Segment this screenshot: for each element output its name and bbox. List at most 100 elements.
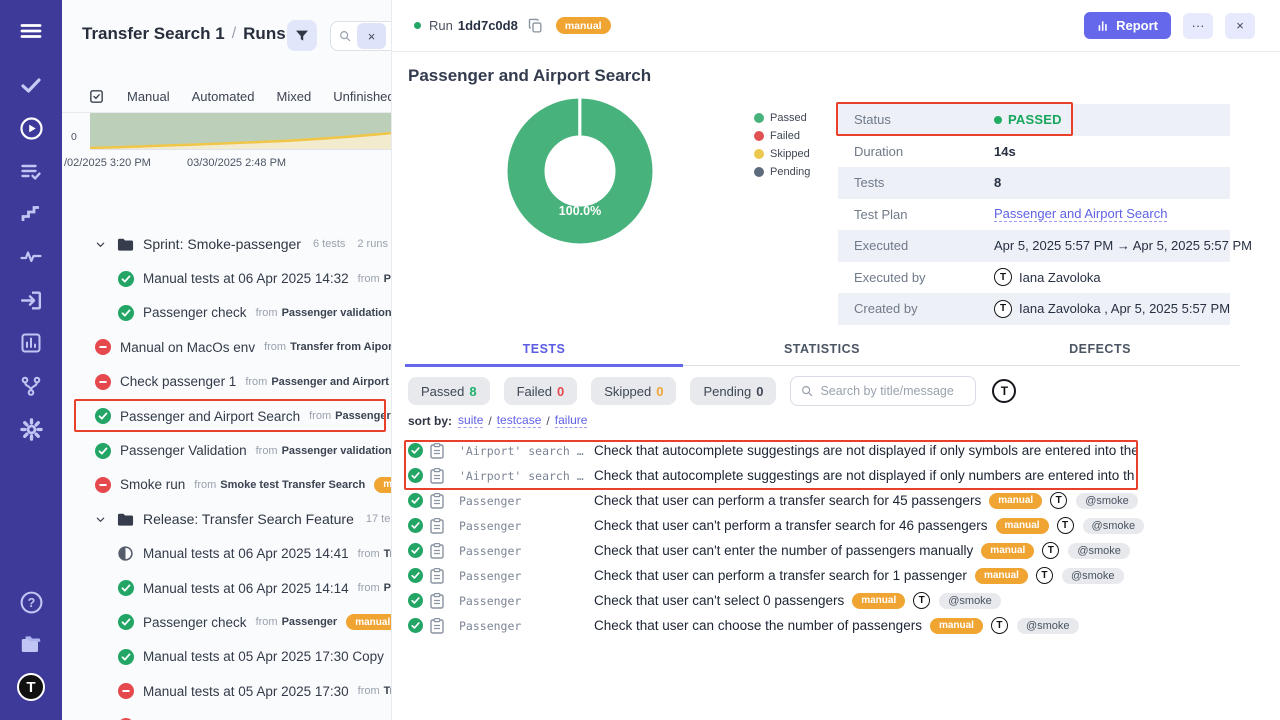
- list-check-icon[interactable]: [18, 158, 44, 184]
- smoke-tag[interactable]: @smoke: [1068, 543, 1130, 559]
- test-row[interactable]: Passenger Check that user can't perform …: [408, 513, 1280, 538]
- chevron-down-icon[interactable]: [95, 238, 107, 250]
- select-runs-icon[interactable]: [88, 88, 105, 105]
- chip-skipped[interactable]: Skipped0: [591, 377, 676, 405]
- tab-automated[interactable]: Automated: [192, 89, 255, 104]
- test-row[interactable]: Passenger Check that user can't enter th…: [408, 538, 1280, 563]
- reporter-logo-icon: T: [913, 592, 930, 609]
- filter-button[interactable]: [287, 20, 317, 51]
- legend-label: Pending: [770, 166, 810, 178]
- smoke-tag[interactable]: @smoke: [1083, 518, 1145, 534]
- tree-run-row[interactable]: Passenger Validation from Passenger vali…: [62, 433, 392, 467]
- user-avatar: T: [994, 300, 1012, 318]
- sort-failure-link[interactable]: failure: [555, 413, 588, 428]
- passed-icon: [118, 580, 134, 596]
- test-title[interactable]: Check that autocomplete suggestings are …: [594, 468, 1134, 483]
- tree-run-row[interactable]: Manual tests at 05 Apr 2025 17:30 Copy f…: [62, 640, 392, 674]
- clear-search-button[interactable]: ×: [357, 23, 386, 49]
- run-label: Manual tests at 06 Apr 2025 14:14: [143, 581, 349, 596]
- from-word: from: [358, 548, 380, 560]
- test-row[interactable]: 'Airport' search … Check that autocomple…: [408, 438, 1280, 463]
- from-target: Passenger: [282, 616, 338, 628]
- test-title[interactable]: Check that user can perform a transfer s…: [594, 568, 967, 583]
- status-filter-chips: Passed8 Failed0 Skipped0 Pending0 T: [408, 376, 1016, 406]
- chevron-down-icon[interactable]: [95, 513, 107, 525]
- chip-failed[interactable]: Failed0: [504, 377, 578, 405]
- test-row[interactable]: Passenger Check that user can't select 0…: [408, 588, 1280, 613]
- test-title[interactable]: Check that user can't enter the number o…: [594, 543, 973, 558]
- test-row[interactable]: Passenger Check that user can perform a …: [408, 563, 1280, 588]
- test-row[interactable]: Passenger Check that user can perform a …: [408, 488, 1280, 513]
- test-title[interactable]: Check that user can choose the number of…: [594, 618, 922, 633]
- test-row[interactable]: 'Airport' search … Check that autocomple…: [408, 463, 1280, 488]
- reporter-logo-icon: T: [991, 617, 1008, 634]
- smoke-tag[interactable]: @smoke: [1076, 493, 1138, 509]
- more-button[interactable]: ···: [1183, 13, 1213, 39]
- tree-run-row[interactable]: Passenger check from Passenger validatio…: [62, 296, 392, 330]
- tests-search-input[interactable]: [820, 384, 970, 398]
- sort-suite-link[interactable]: suite: [458, 413, 483, 428]
- test-suite: 'Airport' search …: [459, 444, 586, 458]
- folders-icon[interactable]: [18, 632, 44, 658]
- sign-in-icon[interactable]: [18, 287, 44, 313]
- git-branch-icon[interactable]: [18, 373, 44, 399]
- tree-run-row[interactable]: Manual tests at 06 Apr 2025 14:41 from T…: [62, 537, 392, 571]
- test-suite: 'Airport' search …: [459, 469, 586, 483]
- menu-icon[interactable]: [18, 18, 44, 44]
- from-word: from: [256, 445, 278, 457]
- folder-tests-count: 17 tests: [366, 513, 392, 525]
- tab-mixed[interactable]: Mixed: [277, 89, 312, 104]
- tree-run-row-selected[interactable]: Passenger and Airport Search from Passen…: [62, 399, 392, 433]
- app-logo-t[interactable]: T: [17, 673, 45, 701]
- detail-row-status: Status PASSED: [838, 104, 1230, 136]
- run-title: Passenger and Airport Search: [408, 66, 651, 86]
- activity-icon[interactable]: [18, 244, 44, 270]
- chip-passed[interactable]: Passed8: [408, 377, 490, 405]
- tree-run-row[interactable]: Check passenger 1 from Passenger and Air…: [62, 365, 392, 399]
- detail-label: Executed by: [854, 270, 994, 285]
- from-word: from: [309, 410, 331, 422]
- smoke-tag[interactable]: @smoke: [1062, 568, 1124, 584]
- tree-run-row[interactable]: Passenger check from Passenger manual 6: [62, 605, 392, 639]
- report-button[interactable]: Report: [1084, 12, 1171, 39]
- tree-run-row[interactable]: Manual on MacOs env from Transfer from A…: [62, 330, 392, 364]
- help-icon[interactable]: ?: [18, 589, 44, 615]
- test-title[interactable]: Check that user can perform a transfer s…: [594, 493, 981, 508]
- test-row[interactable]: Passenger Check that user can choose the…: [408, 613, 1280, 638]
- tab-tests[interactable]: TESTS: [405, 338, 683, 367]
- legend-label: Failed: [770, 130, 800, 142]
- tab-unfinished[interactable]: Unfinished: [333, 89, 392, 104]
- chip-pending[interactable]: Pending0: [690, 377, 776, 405]
- reporter-logo-button[interactable]: T: [992, 379, 1016, 403]
- tree-run-row[interactable]: Manual tests at 06 Apr 2025 14:14 from P…: [62, 571, 392, 605]
- gear-icon[interactable]: [18, 416, 44, 442]
- tree-run-row[interactable]: Manual tests at 06 Apr 2025 14:32 from P…: [62, 261, 392, 295]
- detail-row-tests: Tests 8: [838, 167, 1230, 199]
- tree-run-row[interactable]: Manual tests at 06 Mar 2025 11:43 from: [62, 708, 392, 720]
- smoke-tag[interactable]: @smoke: [939, 593, 1001, 609]
- legend-dot-passed: [754, 113, 764, 123]
- tree-folder[interactable]: Sprint: Smoke-passenger 6 tests 2 runs: [62, 227, 392, 261]
- run-status-dot: [414, 22, 421, 29]
- tab-defects[interactable]: DEFECTS: [961, 338, 1239, 365]
- tab-manual[interactable]: Manual: [127, 89, 170, 104]
- test-title[interactable]: Check that autocomplete suggestings are …: [594, 443, 1139, 458]
- smoke-tag[interactable]: @smoke: [1017, 618, 1079, 634]
- y-axis-zero: 0: [71, 131, 77, 143]
- close-button[interactable]: ×: [1225, 13, 1255, 39]
- play-circle-icon[interactable]: [18, 115, 44, 141]
- test-title[interactable]: Check that user can't select 0 passenger…: [594, 593, 844, 608]
- test-title[interactable]: Check that user can't perform a transfer…: [594, 518, 988, 533]
- sort-testcase-link[interactable]: testcase: [497, 413, 542, 428]
- tab-statistics[interactable]: STATISTICS: [683, 338, 961, 365]
- check-icon[interactable]: [18, 72, 44, 98]
- tree-run-row[interactable]: Smoke run from Smoke test Transfer Searc…: [62, 468, 392, 502]
- tree-folder[interactable]: Release: Transfer Search Feature 17 test…: [62, 502, 392, 536]
- bar-chart-icon[interactable]: [18, 330, 44, 356]
- test-plan-link[interactable]: Passenger and Airport Search: [994, 206, 1167, 222]
- project-title[interactable]: Transfer Search 1: [82, 24, 225, 44]
- copy-icon[interactable]: [527, 17, 544, 34]
- steps-icon[interactable]: [18, 201, 44, 227]
- tree-run-row[interactable]: Manual tests at 05 Apr 2025 17:30 from T…: [62, 674, 392, 708]
- folder-tests-count: 6 tests: [313, 238, 345, 250]
